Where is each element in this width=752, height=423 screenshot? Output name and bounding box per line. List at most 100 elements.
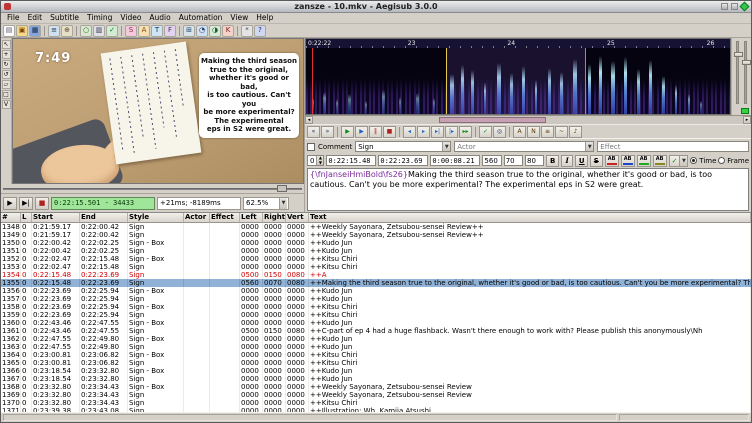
style-select[interactable]: Sign ▼ [355, 141, 451, 152]
outline-color-button[interactable]: AB [637, 155, 651, 167]
comment-checkbox[interactable] [307, 143, 315, 151]
styling-assistant-icon[interactable]: A [138, 25, 150, 37]
fonts-collector-icon[interactable]: F [164, 25, 176, 37]
video-play-line-button[interactable]: ▶| [19, 197, 33, 210]
audio-play-last-500ms-button[interactable]: |▸ [445, 126, 458, 138]
bold-button[interactable]: B [546, 155, 559, 167]
grid-row[interactable]: 135700:22:23.690:22:25.94Sign00000000000… [1, 295, 751, 303]
audio-spectrogram[interactable] [306, 48, 730, 114]
audio-next-line-button[interactable]: » [321, 126, 334, 138]
grid-row[interactable]: 135100:22:00.420:22:02.25Sign00000000000… [1, 247, 751, 255]
grid-row[interactable]: 135500:22:15.480:22:23.69Sign05600070008… [1, 279, 751, 287]
grid-row[interactable]: 135800:22:23.690:22:25.94Sign - Box00000… [1, 303, 751, 311]
menu-item-audio[interactable]: Audio [145, 13, 174, 23]
translation-assistant-icon[interactable]: T [151, 25, 163, 37]
new-subtitles-icon[interactable]: ▤ [3, 25, 15, 37]
title-bar[interactable]: zansze - 10.mkv - Aegisub 3.0.0 [1, 1, 751, 13]
menu-item-automation[interactable]: Automation [175, 13, 227, 23]
grid-row[interactable]: 134800:21:59.170:22:00.42Sign00000000000… [1, 223, 751, 231]
video-vector-clip-icon[interactable]: V [2, 100, 11, 109]
grid-row[interactable]: 135000:22:00.420:22:02.25Sign - Box00000… [1, 239, 751, 247]
menu-item-file[interactable]: File [3, 13, 24, 23]
find-icon[interactable]: ○ [80, 25, 92, 37]
menu-item-edit[interactable]: Edit [24, 13, 47, 23]
video-scale-icon[interactable]: ▱ [2, 80, 11, 89]
video-rotate-xy-icon[interactable]: ↺ [2, 70, 11, 79]
video-standard-mode-icon[interactable]: ↖ [2, 40, 11, 49]
actor-select[interactable]: Actor ▼ [454, 141, 594, 152]
audio-play-selection-button[interactable]: ▶ [341, 126, 354, 138]
grid-row[interactable]: 136300:22:47.550:22:49.80Sign00000000000… [1, 343, 751, 351]
menu-item-view[interactable]: View [226, 13, 252, 23]
grid-row[interactable]: 136600:23:18.540:23:32.80Sign - Box00000… [1, 367, 751, 375]
grid-row[interactable]: 135300:22:02.470:22:15.48Sign00000000000… [1, 263, 751, 271]
end-time-input[interactable]: 0:22:23.69 [378, 155, 428, 166]
menu-item-timing[interactable]: Timing [83, 13, 116, 23]
styles-manager-icon[interactable]: S [125, 25, 137, 37]
italic-button[interactable]: I [561, 155, 574, 167]
resample-resolution-icon[interactable]: ⊞ [183, 25, 195, 37]
audio-zoom-slider-thumb[interactable] [734, 52, 743, 57]
close-button[interactable] [740, 2, 750, 12]
grid-row[interactable]: 135400:22:15.480:22:23.69Sign05000150008… [1, 271, 751, 279]
grid-row[interactable]: 136800:23:32.800:23:34.43Sign - Box00000… [1, 383, 751, 391]
audio-play-to-end-button[interactable]: ▸▸ [459, 126, 472, 138]
audio-auto-commit-toggle[interactable]: A [513, 126, 526, 138]
margin-right-input[interactable]: 70 [504, 155, 523, 166]
duration-input[interactable]: 0:00:08.21 [430, 155, 480, 166]
audio-scrollbar-thumb[interactable] [439, 117, 546, 123]
video-display[interactable]: 7:49 Making the third seasontrue to the … [12, 38, 304, 184]
margin-left-input[interactable]: 560 [482, 155, 501, 166]
shadow-color-button[interactable]: AB [653, 155, 667, 167]
minimize-button[interactable] [721, 3, 728, 10]
spellcheck-icon[interactable]: ✓ [106, 25, 118, 37]
scroll-right-icon[interactable]: ▸ [743, 116, 751, 124]
audio-prev-line-button[interactable]: « [307, 126, 320, 138]
audio-play-before-button[interactable]: ◂ [403, 126, 416, 138]
audio-play-first-500ms-button[interactable]: ▸| [431, 126, 444, 138]
audio-link-indicator[interactable] [741, 108, 749, 114]
strike-button[interactable]: S [590, 155, 603, 167]
kanji-timer-icon[interactable]: K [222, 25, 234, 37]
grid-row[interactable]: 136000:22:43.460:22:47.55Sign - Box00000… [1, 319, 751, 327]
primary-color-button[interactable]: AB [605, 155, 619, 167]
save-subtitles-icon[interactable]: ▦ [29, 25, 41, 37]
timing-postprocessor-icon[interactable]: ◑ [209, 25, 221, 37]
video-rotate-z-icon[interactable]: ↻ [2, 60, 11, 69]
audio-stop-button[interactable]: ■ [383, 126, 396, 138]
margin-vert-input[interactable]: 80 [525, 155, 544, 166]
grid-row[interactable]: 137000:23:32.800:23:34.43Sign00000000000… [1, 399, 751, 407]
audio-scrollbar[interactable]: ◂ ▸ [305, 115, 751, 124]
grid-row[interactable]: 135600:22:23.690:22:25.94Sign - Box00000… [1, 287, 751, 295]
menu-item-help[interactable]: Help [252, 13, 277, 23]
grid-row[interactable]: 136200:22:47.550:22:49.80Sign - Box00000… [1, 335, 751, 343]
open-subtitles-icon[interactable]: ▣ [16, 25, 28, 37]
start-time-input[interactable]: 0:22:15.48 [326, 155, 376, 166]
audio-play-after-button[interactable]: ▸ [417, 126, 430, 138]
audio-commit-button[interactable]: ✓ [479, 126, 492, 138]
layer-spinner[interactable]: 0 ▲▼ [307, 155, 324, 166]
grid-row[interactable]: 136900:23:32.800:23:34.43Sign00000000000… [1, 391, 751, 399]
subtitle-text-editor[interactable]: {\fnJanseiHmiBold\fs26}Making the third … [307, 168, 749, 211]
audio-karaoke-toggle[interactable]: ♪ [569, 126, 582, 138]
commit-button[interactable]: ✓ ▼ [669, 155, 689, 167]
grid-row[interactable]: 135200:22:02.470:22:15.48Sign - Box00000… [1, 255, 751, 263]
scroll-left-icon[interactable]: ◂ [305, 116, 313, 124]
time-radio[interactable] [690, 157, 697, 164]
audio-play-line-button[interactable]: ▶ [355, 126, 368, 138]
spinner-arrows-icon[interactable]: ▲▼ [316, 156, 323, 165]
audio-volume-slider[interactable] [744, 41, 747, 104]
audio-zoom-slider[interactable] [736, 41, 739, 104]
shift-times-icon[interactable]: ◔ [196, 25, 208, 37]
properties-icon[interactable]: ≡ [48, 25, 60, 37]
audio-goto-selection-button[interactable]: ◎ [493, 126, 506, 138]
audio-volume-slider-thumb[interactable] [742, 60, 751, 65]
video-clip-icon[interactable]: □ [2, 90, 11, 99]
menu-item-video[interactable]: Video [116, 13, 145, 23]
underline-button[interactable]: U [575, 155, 588, 167]
video-drag-mode-icon[interactable]: + [2, 50, 11, 59]
secondary-color-button[interactable]: AB [621, 155, 635, 167]
maximize-button[interactable] [731, 3, 738, 10]
grid-row[interactable]: 135900:22:23.690:22:25.94Sign00000000000… [1, 311, 751, 319]
options-icon[interactable]: * [241, 25, 253, 37]
